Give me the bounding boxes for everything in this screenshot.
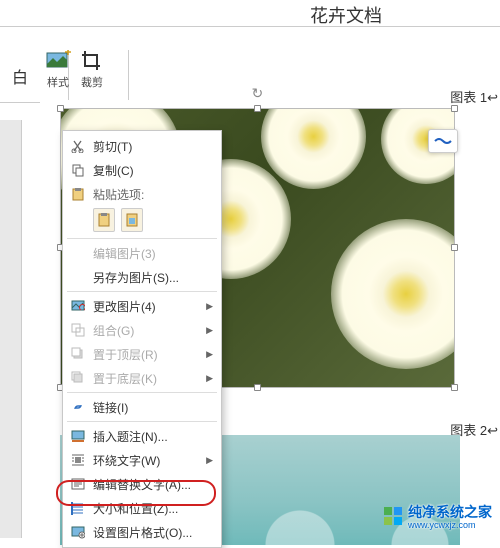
crop-icon (81, 50, 103, 72)
caption-image-1: 图表 1↩ (450, 87, 498, 106)
menu-send-to-back: 置于底层(K)▶ (63, 366, 221, 390)
bring-front-icon (69, 345, 87, 363)
menu-bring-to-front: 置于顶层(R)▶ (63, 342, 221, 366)
copy-icon (69, 161, 87, 179)
insert-caption-icon (69, 427, 87, 445)
layout-options-icon (434, 134, 452, 148)
rotate-handle-icon[interactable]: ↻ (252, 85, 264, 102)
send-back-icon (69, 369, 87, 387)
paste-option-2[interactable] (121, 208, 143, 232)
menu-insert-caption[interactable]: 插入题注(N)... (63, 424, 221, 448)
document-title: 花卉文档 (310, 2, 382, 28)
ribbon-left-label: 白 (12, 64, 28, 88)
menu-cut[interactable]: 剪切(T) (63, 134, 221, 158)
cut-icon (69, 137, 87, 155)
menu-group: 组合(G)▶ (63, 318, 221, 342)
ribbon-group: 样式 裁剪 (45, 50, 103, 90)
ribbon-crop-button[interactable]: 裁剪 (81, 50, 103, 90)
menu-copy[interactable]: 复制(C) (63, 158, 221, 182)
picture-context-menu: 剪切(T) 复制(C) 粘贴选项: 编辑图片(3) 另存为图片(S)... 更改… (62, 130, 222, 548)
wrap-text-icon (69, 451, 87, 469)
paste-icon (69, 185, 87, 203)
menu-separator (67, 392, 217, 393)
menu-paste-options-header: 粘贴选项: (63, 182, 221, 206)
menu-change-picture[interactable]: 更改图片(4)▶ (63, 294, 221, 318)
menu-paste-options-row (63, 206, 221, 236)
watermark: 纯净系统之家 www.ycwxjz.com (384, 502, 492, 530)
watermark-url: www.ycwxjz.com (408, 520, 492, 530)
ribbon-style-label: 样式 (45, 74, 71, 90)
resize-handle[interactable] (254, 384, 261, 391)
menu-wrap-text[interactable]: 环绕文字(W)▶ (63, 448, 221, 472)
menu-save-as-picture[interactable]: 另存为图片(S)... (63, 265, 221, 289)
menu-size-and-position[interactable]: 大小和位置(Z)... (63, 496, 221, 520)
picture-style-icon (45, 50, 71, 72)
chevron-right-icon: ▶ (206, 301, 213, 312)
alt-text-icon (69, 475, 87, 493)
ribbon-style-button[interactable]: 样式 (45, 50, 71, 90)
clipboard-icon (97, 212, 111, 228)
menu-edit-picture: 编辑图片(3) (63, 241, 221, 265)
vertical-ruler (0, 120, 22, 538)
size-position-icon (69, 499, 87, 517)
link-icon (69, 398, 87, 416)
resize-handle[interactable] (451, 244, 458, 251)
menu-separator (67, 421, 217, 422)
menu-format-picture[interactable]: 设置图片格式(O)... (63, 520, 221, 544)
menu-separator (67, 291, 217, 292)
chevron-right-icon: ▶ (206, 455, 213, 466)
resize-handle[interactable] (57, 105, 64, 112)
change-picture-icon (69, 297, 87, 315)
resize-handle[interactable] (254, 105, 261, 112)
watermark-logo-icon (384, 507, 402, 525)
menu-edit-alt-text[interactable]: 编辑替换文字(A)... (63, 472, 221, 496)
menu-separator (67, 238, 217, 239)
resize-handle[interactable] (451, 384, 458, 391)
group-icon (69, 321, 87, 339)
ribbon-crop-label: 裁剪 (81, 74, 103, 90)
format-picture-icon (69, 523, 87, 541)
clipboard-picture-icon (125, 212, 139, 228)
ribbon-divider-right (128, 50, 129, 100)
paste-option-1[interactable] (93, 208, 115, 232)
layout-options-button[interactable] (428, 129, 458, 153)
menu-link[interactable]: 链接(I) (63, 395, 221, 419)
watermark-text: 纯净系统之家 (408, 504, 492, 520)
resize-handle[interactable] (451, 105, 458, 112)
ruler-line (0, 26, 500, 27)
